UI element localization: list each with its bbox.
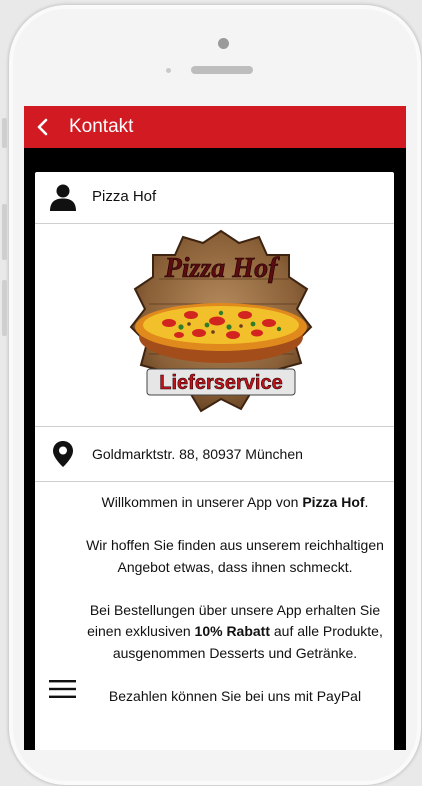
welcome-text: Willkommen in unserer App von Pizza Hof.… [85, 492, 385, 729]
contact-card: Pizza Hof Pizza Hof Lieferservice Goldma… [35, 172, 394, 750]
app-bar: Kontakt [24, 106, 406, 148]
contact-name: Pizza Hof [92, 188, 157, 205]
payment-paragraph: Bezahlen können Sie bei uns mit PayPal [108, 687, 362, 704]
front-camera [218, 38, 229, 49]
discount-highlight: 10% Rabatt [194, 623, 270, 639]
app-screen: Kontakt Pizza Hof Pizza Hof Lieferservic… [24, 106, 406, 750]
discount-paragraph: Bei Bestellungen über unsere App erhalte… [85, 600, 385, 665]
offer-paragraph: Wir hoffen Sie finden aus unserem reichh… [86, 537, 384, 575]
logo-title: Pizza Hof [164, 253, 280, 284]
pizza-hof-logo: Pizza Hof Lieferservice [129, 229, 313, 413]
page-title: Kontakt [69, 116, 134, 137]
mute-switch [2, 118, 7, 148]
contact-name-row: Pizza Hof [35, 172, 394, 224]
logo-row: Pizza Hof Lieferservice [35, 224, 394, 427]
welcome-paragraph: Willkommen in unserer App von Pizza Hof. [85, 492, 385, 514]
welcome-prefix: Willkommen in unserer App von [101, 494, 303, 510]
contact-address-row[interactable]: Goldmarktstr. 88, 80937 München [35, 427, 394, 482]
proximity-sensor [166, 68, 171, 73]
logo-subtitle: Lieferservice [159, 372, 282, 394]
volume-up-button [2, 204, 7, 260]
contact-address: Goldmarktstr. 88, 80937 München [92, 446, 303, 462]
earpiece-speaker [191, 66, 253, 74]
chevron-left-icon[interactable] [34, 118, 52, 136]
welcome-restaurant-name: Pizza Hof [302, 494, 365, 510]
volume-down-button [2, 280, 7, 336]
welcome-suffix: . [364, 494, 369, 510]
map-pin-icon [53, 441, 73, 467]
person-icon [50, 184, 76, 211]
hamburger-menu-icon[interactable] [49, 679, 76, 699]
